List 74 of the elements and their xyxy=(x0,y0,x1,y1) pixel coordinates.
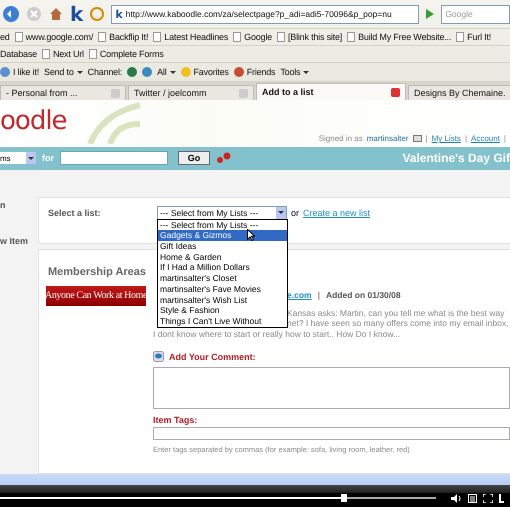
bookmark-link[interactable]: [Blink this site] xyxy=(288,32,342,42)
site-logo: oodle xyxy=(0,106,67,136)
close-icon[interactable] xyxy=(391,88,400,96)
or-label: or xyxy=(291,208,300,218)
tags-field[interactable] xyxy=(153,427,510,440)
all-button[interactable]: All xyxy=(157,67,166,77)
bookmark-link[interactable]: Latest Headlines xyxy=(164,32,228,42)
volume-icon[interactable] xyxy=(451,494,462,503)
toolbar-link[interactable]: Next Url xyxy=(52,49,84,59)
header-link[interactable]: Account xyxy=(471,134,500,144)
bookmark-link[interactable]: www.google.com/ xyxy=(26,32,94,42)
caret-icon xyxy=(170,70,176,74)
signed-in-label: Signed in as xyxy=(318,134,363,144)
bookmark-link[interactable]: Google xyxy=(244,32,272,42)
browser-tab[interactable]: - Personal from ... xyxy=(0,85,126,100)
caret-icon xyxy=(76,70,83,74)
comment-label: Add Your Comment: xyxy=(169,352,256,362)
create-list-link[interactable]: Create a new list xyxy=(303,208,370,218)
item-link[interactable]: e.com xyxy=(287,290,312,300)
separator: | xyxy=(318,290,320,300)
bookmark-link[interactable]: Build My Free Website... xyxy=(358,32,452,42)
separator: | xyxy=(464,134,468,144)
comment-icon xyxy=(153,351,164,362)
description-text: I dont know where to start or really how to start.. How Do I know... xyxy=(153,328,400,340)
bookmark-icon[interactable] xyxy=(89,6,106,22)
toolbar-link[interactable]: Database xyxy=(0,49,37,59)
added-date: Added on 01/30/08 xyxy=(326,290,401,300)
toolbar-link[interactable]: Complete Forms xyxy=(100,49,164,59)
channel-label: Channel: xyxy=(88,67,122,77)
sidebar-label: n xyxy=(0,200,6,210)
site-letter-icon[interactable]: k xyxy=(70,2,84,26)
separator: | xyxy=(426,134,428,144)
address-text: http://www.kaboodle.com/za/selectpage?p_adi=adi5-70096&p_pop=nu xyxy=(126,9,392,19)
caret-icon xyxy=(303,70,310,74)
hearts-icon xyxy=(216,151,232,166)
address-field[interactable]: k http://www.kaboodle.com/za/selectpage?p_adi=adi5-70096&p_pop=nu xyxy=(111,4,420,24)
separator: | xyxy=(504,134,506,144)
bookmark-link[interactable]: Backflip It! xyxy=(109,32,148,42)
browser-tab[interactable]: Add to a list xyxy=(256,83,406,100)
browser-tab[interactable]: Designs By Chemaine. xyxy=(408,85,510,100)
send-to-button[interactable]: Send to xyxy=(44,67,74,77)
header-link[interactable]: My Lists xyxy=(432,134,461,144)
cursor-icon xyxy=(247,228,255,241)
seek-bar[interactable] xyxy=(0,497,436,500)
go-icon[interactable] xyxy=(425,8,436,20)
favorites-button[interactable]: Favorites xyxy=(194,67,229,77)
caret-icon xyxy=(278,211,284,214)
select-label: Select a list: xyxy=(48,208,102,218)
username: martinsalter xyxy=(366,134,409,144)
seek-handle[interactable] xyxy=(341,494,348,502)
list-icon[interactable] xyxy=(468,494,477,503)
mail-icon xyxy=(412,135,422,142)
sidebar-label: w Item xyxy=(0,236,30,246)
dropdown-option[interactable]: Gadgets & Gizmos xyxy=(158,230,287,242)
site-letter-icon: k xyxy=(115,8,123,20)
list-select[interactable]: --- Select from My Lists --- xyxy=(157,206,287,220)
caret-icon xyxy=(28,156,34,160)
like-button[interactable]: I like it! xyxy=(13,67,40,77)
back-icon[interactable] xyxy=(2,5,20,23)
browser-tab[interactable]: Twitter / joelcomm xyxy=(128,85,254,100)
bookmark-link[interactable]: Furl It! xyxy=(467,32,492,42)
comment-field[interactable] xyxy=(153,367,510,410)
section-title: Membership Areas xyxy=(48,266,146,278)
friends-button[interactable]: Friends xyxy=(246,67,276,77)
tools-button[interactable]: Tools xyxy=(280,67,300,77)
fullscreen-icon[interactable] xyxy=(483,494,493,503)
go-button[interactable]: Go xyxy=(178,151,210,166)
tags-label: Item Tags: xyxy=(153,415,198,426)
search-input[interactable] xyxy=(60,151,168,166)
corner-icon[interactable] xyxy=(499,494,504,503)
home-icon[interactable] xyxy=(48,6,64,22)
category-select[interactable]: ms xyxy=(0,152,36,164)
bookmark-link[interactable]: ed xyxy=(0,32,10,42)
for-label: for xyxy=(42,153,54,164)
